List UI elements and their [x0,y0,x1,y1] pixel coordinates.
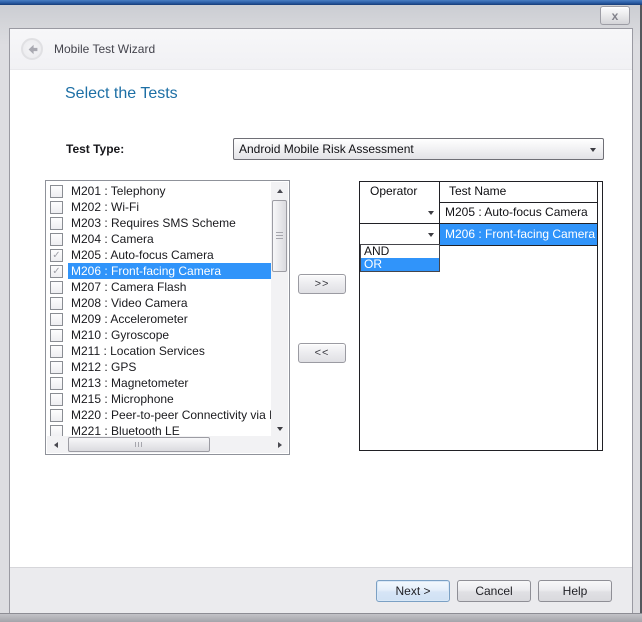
wizard-title: Mobile Test Wizard [54,42,155,56]
test-checkbox[interactable] [50,409,63,422]
scroll-down-button[interactable] [271,420,288,437]
test-checkbox[interactable] [50,217,63,230]
vertical-scrollbar[interactable] [271,182,288,437]
operator-dropdown-list: ANDOR [360,244,440,272]
available-test-item[interactable]: M202 : Wi-Fi [47,199,271,215]
available-test-item[interactable]: M213 : Magnetometer [47,375,271,391]
add-tests-button[interactable]: >> [298,274,346,294]
available-test-item[interactable]: M212 : GPS [47,359,271,375]
test-name-cell: M205 : Auto-focus Camera [440,202,597,223]
test-label: M210 : Gyroscope [68,327,271,343]
test-label: M204 : Camera [68,231,271,247]
test-label: M213 : Magnetometer [68,375,271,391]
test-type-value: Android Mobile Risk Assessment [239,142,414,156]
test-label: M220 : Peer-to-peer Connectivity via Blu… [68,407,271,423]
wizard-content: Select the Tests Test Type: Android Mobi… [10,70,632,567]
test-name-cell: M206 : Front-facing Camera [440,224,597,245]
grid-right-divider [597,182,598,450]
operator-option[interactable]: OR [361,258,439,271]
test-checkbox[interactable]: ✓ [50,249,63,262]
test-label: M215 : Microphone [68,391,271,407]
test-label: M201 : Telephony [68,183,271,199]
test-checkbox[interactable] [50,233,63,246]
grid-header-row: Operator Test Name [360,182,597,203]
scroll-right-icon [278,442,282,448]
grid-rows: M205 : Auto-focus CameraM206 : Front-fac… [360,202,597,246]
test-checkbox[interactable] [50,425,63,437]
test-label: M205 : Auto-focus Camera [68,247,271,263]
selected-tests-grid: Operator Test Name M205 : Auto-focus Cam… [359,181,603,451]
test-checkbox[interactable] [50,201,63,214]
available-test-item[interactable]: M208 : Video Camera [47,295,271,311]
test-checkbox[interactable] [50,393,63,406]
titlebar-accent [0,0,642,5]
test-label: M211 : Location Services [68,343,271,359]
available-test-item[interactable]: M210 : Gyroscope [47,327,271,343]
test-label: M208 : Video Camera [68,295,271,311]
test-checkbox[interactable]: ✓ [50,265,63,278]
test-checkbox[interactable] [50,281,63,294]
test-checkbox[interactable] [50,361,63,374]
test-checkbox[interactable] [50,185,63,198]
scroll-left-icon [54,442,58,448]
wizard-header: Mobile Test Wizard [10,29,632,70]
operator-cell-select[interactable] [360,224,440,245]
available-test-item[interactable]: ✓ M205 : Auto-focus Camera [47,247,271,263]
cancel-button[interactable]: Cancel [457,580,531,602]
available-test-item[interactable]: ✓ M206 : Front-facing Camera [47,263,271,279]
scroll-down-icon [277,427,283,431]
back-arrow-glyph [27,44,38,55]
selected-test-row[interactable]: M206 : Front-facing Camera [360,224,597,246]
available-test-item[interactable]: M211 : Location Services [47,343,271,359]
scroll-up-button[interactable] [271,182,288,199]
test-label: M206 : Front-facing Camera [68,263,271,279]
dropdown-arrow-icon [428,233,434,237]
help-button[interactable]: Help [538,580,612,602]
available-test-item[interactable]: M203 : Requires SMS Scheme [47,215,271,231]
scroll-right-button[interactable] [271,436,288,453]
dropdown-arrow-icon [428,211,434,215]
available-test-item[interactable]: M207 : Camera Flash [47,279,271,295]
available-test-item[interactable]: M221 : Bluetooth LE [47,423,271,436]
test-label: M203 : Requires SMS Scheme [68,215,271,231]
available-tests-listbox: M201 : TelephonyM202 : Wi-FiM203 : Requi… [45,180,290,455]
test-checkbox[interactable] [50,345,63,358]
available-test-item[interactable]: M209 : Accelerometer [47,311,271,327]
available-tests-list: M201 : TelephonyM202 : Wi-FiM203 : Requi… [47,183,271,436]
available-test-item[interactable]: M215 : Microphone [47,391,271,407]
scroll-left-button[interactable] [47,436,64,453]
chevron-down-icon [590,148,596,152]
test-label: M212 : GPS [68,359,271,375]
vertical-scrollbar-thumb[interactable] [272,200,287,272]
horizontal-scrollbar-thumb[interactable] [68,437,210,452]
back-icon[interactable] [21,38,43,60]
test-checkbox[interactable] [50,329,63,342]
test-type-label: Test Type: [66,142,124,156]
test-checkbox[interactable] [50,297,63,310]
wizard-footer: Next > Cancel Help [10,567,632,613]
close-button[interactable]: x [600,6,630,25]
scroll-up-icon [277,189,283,193]
test-label: M221 : Bluetooth LE [68,423,271,436]
operator-cell-select[interactable] [360,202,440,223]
selected-test-row[interactable]: M205 : Auto-focus Camera [360,202,597,224]
available-test-item[interactable]: M201 : Telephony [47,183,271,199]
remove-tests-button[interactable]: << [298,343,346,363]
available-test-item[interactable]: M204 : Camera [47,231,271,247]
test-checkbox[interactable] [50,377,63,390]
test-type-select[interactable]: Android Mobile Risk Assessment [233,138,604,160]
next-button[interactable]: Next > [376,580,450,602]
page-title: Select the Tests [65,85,178,103]
wizard-dialog: Mobile Test Wizard Select the Tests Test… [9,28,633,614]
horizontal-scrollbar[interactable] [47,436,288,453]
window-bottom-edge [0,613,642,622]
available-test-item[interactable]: M220 : Peer-to-peer Connectivity via Blu… [47,407,271,423]
test-label: M209 : Accelerometer [68,311,271,327]
test-label: M202 : Wi-Fi [68,199,271,215]
test-checkbox[interactable] [50,313,63,326]
test-name-column-header: Test Name [440,182,597,202]
mobile-test-wizard-window: x Mobile Test Wizard Select the Tests Te… [0,0,642,622]
operator-column-header: Operator [360,182,440,202]
test-label: M207 : Camera Flash [68,279,271,295]
